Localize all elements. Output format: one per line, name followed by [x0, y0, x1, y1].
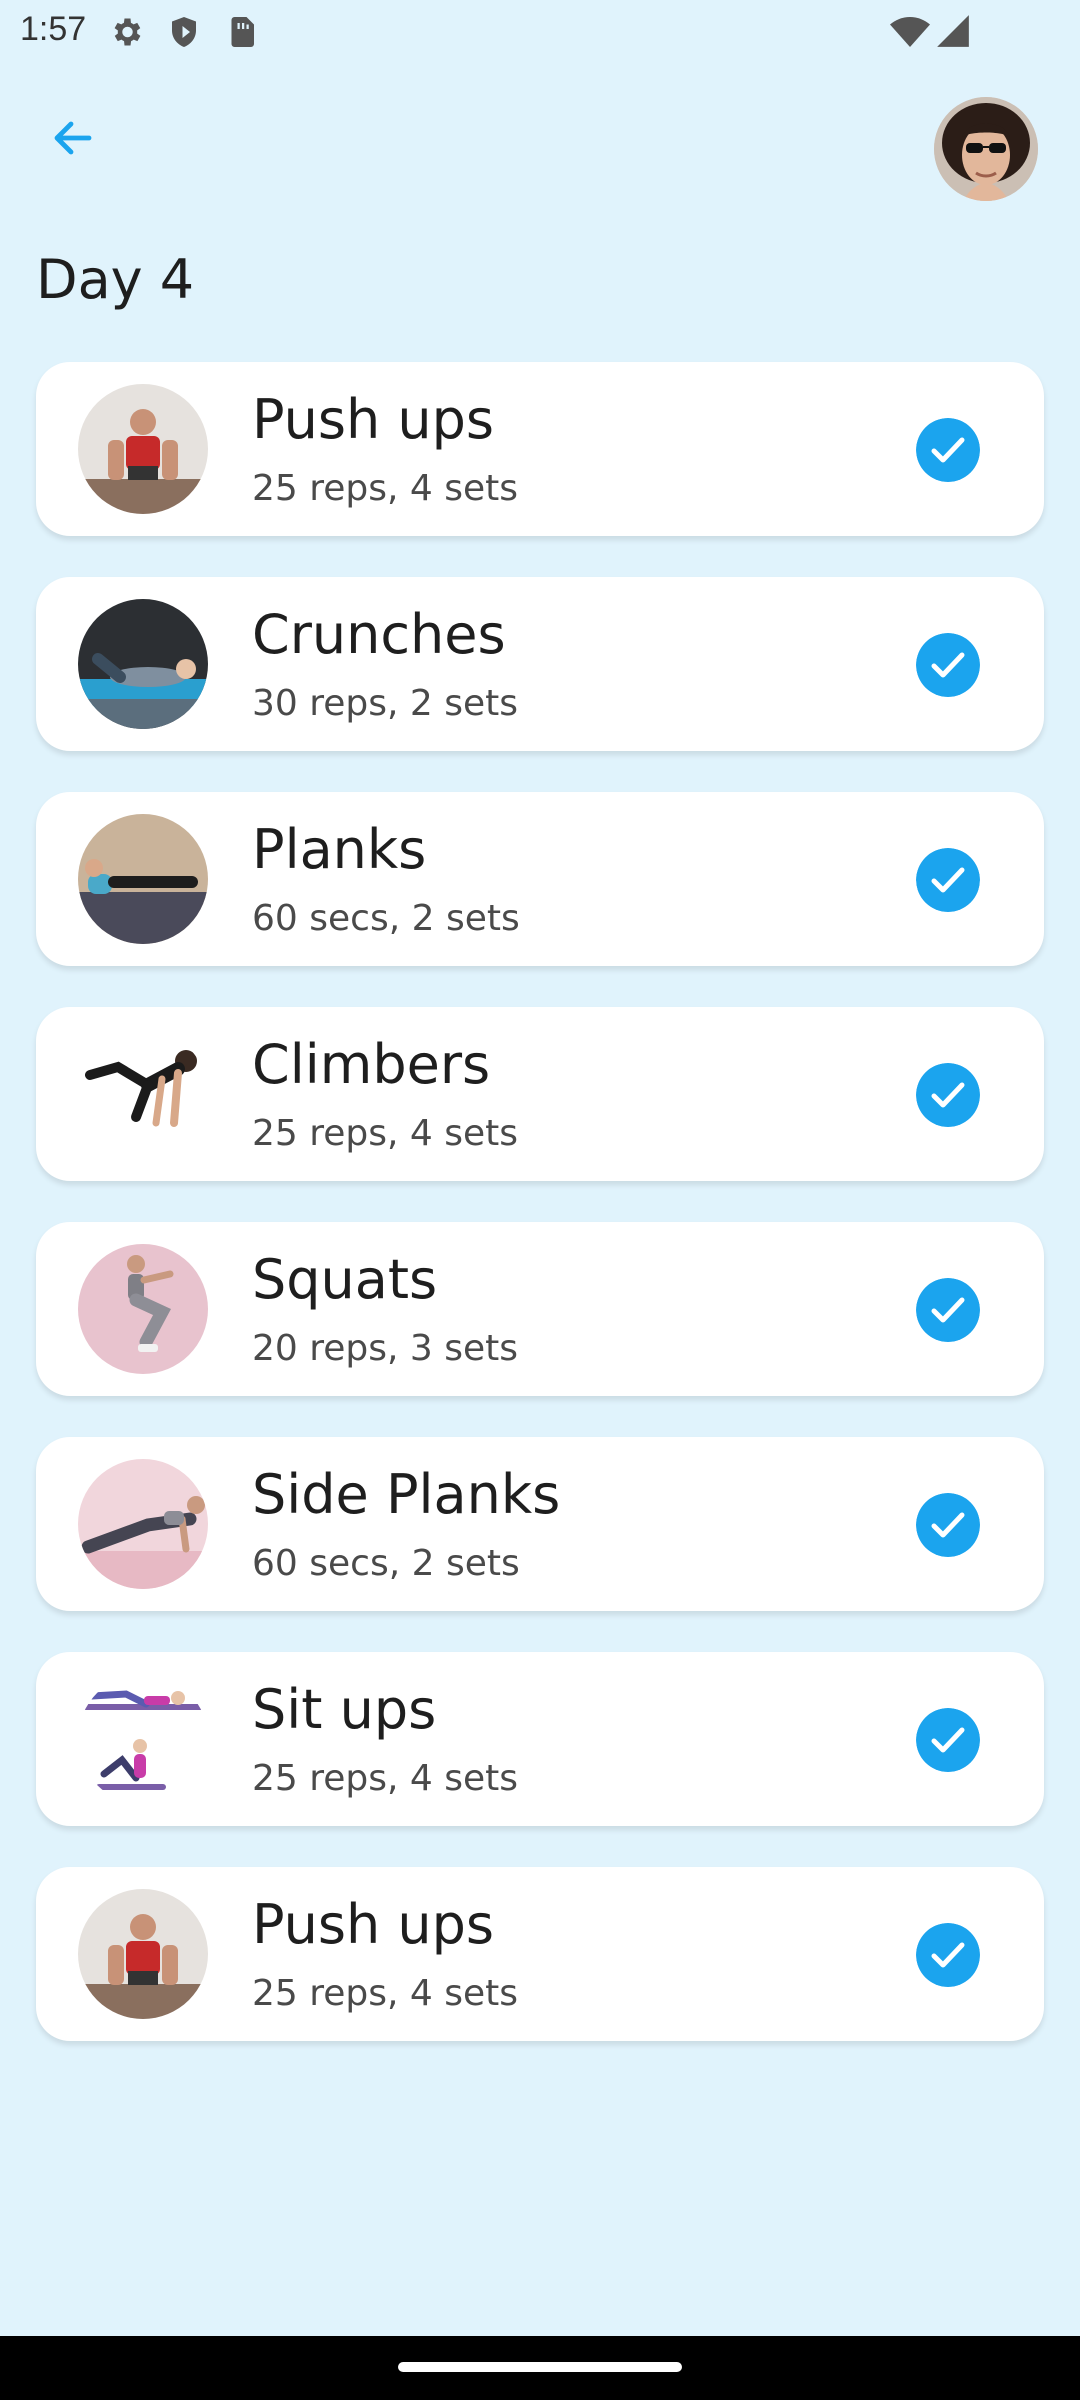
- exercise-thumbnail: [78, 1459, 208, 1589]
- back-button[interactable]: [40, 105, 106, 171]
- exercise-thumbnail: [78, 1889, 208, 2019]
- exercise-card-push-ups-2[interactable]: Push ups 25 reps, 4 sets: [36, 1867, 1044, 2041]
- exercise-detail: 30 reps, 2 sets: [252, 683, 519, 724]
- check-circle-icon[interactable]: [916, 848, 980, 912]
- exercise-thumbnail: [78, 599, 208, 729]
- exercise-card-sit-ups[interactable]: Sit ups 25 reps, 4 sets: [36, 1652, 1044, 1826]
- exercise-detail: 60 secs, 2 sets: [252, 898, 520, 939]
- exercise-name: Crunches: [252, 603, 506, 666]
- exercise-thumbnail: [78, 1674, 208, 1804]
- exercise-card-push-ups[interactable]: Push ups 25 reps, 4 sets: [36, 362, 1044, 536]
- wifi-icon: [890, 17, 930, 47]
- exercise-detail: 25 reps, 4 sets: [252, 1758, 519, 1799]
- exercise-card-side-planks[interactable]: Side Planks 60 secs, 2 sets: [36, 1437, 1044, 1611]
- exercise-thumbnail: [78, 814, 208, 944]
- exercise-name: Sit ups: [252, 1678, 437, 1741]
- status-time: 1:57: [20, 10, 87, 48]
- gear-icon: [114, 18, 141, 46]
- check-circle-icon[interactable]: [916, 1063, 980, 1127]
- check-circle-icon[interactable]: [916, 1923, 980, 1987]
- page-title: Day 4: [36, 248, 195, 311]
- exercise-detail: 25 reps, 4 sets: [252, 1973, 519, 2014]
- exercise-name: Push ups: [252, 1893, 494, 1956]
- exercise-name: Side Planks: [252, 1463, 561, 1526]
- shield-icon: [172, 17, 196, 47]
- check-circle-icon[interactable]: [916, 1708, 980, 1772]
- avatar[interactable]: [934, 97, 1038, 201]
- exercise-thumbnail: [78, 1029, 208, 1159]
- exercise-card-crunches[interactable]: Crunches 30 reps, 2 sets: [36, 577, 1044, 751]
- user-avatar-image: [934, 97, 1038, 201]
- check-circle-icon[interactable]: [916, 633, 980, 697]
- check-circle-icon[interactable]: [916, 1493, 980, 1557]
- exercise-detail: 25 reps, 4 sets: [252, 468, 519, 509]
- check-circle-icon[interactable]: [916, 418, 980, 482]
- home-gesture-handle[interactable]: [398, 2362, 682, 2372]
- exercise-detail: 25 reps, 4 sets: [252, 1113, 519, 1154]
- check-circle-icon[interactable]: [916, 1278, 980, 1342]
- exercise-name: Planks: [252, 818, 427, 881]
- arrow-left-icon: [54, 121, 92, 155]
- status-bar: 1:57: [0, 0, 1080, 64]
- sim-card-icon: [231, 17, 254, 47]
- exercise-detail: 60 secs, 2 sets: [252, 1543, 520, 1584]
- exercise-name: Squats: [252, 1248, 438, 1311]
- exercise-thumbnail: [78, 1244, 208, 1374]
- exercise-name: Climbers: [252, 1033, 491, 1096]
- exercise-detail: 20 reps, 3 sets: [252, 1328, 519, 1369]
- exercise-name: Push ups: [252, 388, 494, 451]
- exercise-thumbnail: [78, 384, 208, 514]
- signal-icon: [937, 15, 969, 47]
- exercise-card-planks[interactable]: Planks 60 secs, 2 sets: [36, 792, 1044, 966]
- exercise-card-climbers[interactable]: Climbers 25 reps, 4 sets: [36, 1007, 1044, 1181]
- exercise-card-squats[interactable]: Squats 20 reps, 3 sets: [36, 1222, 1044, 1396]
